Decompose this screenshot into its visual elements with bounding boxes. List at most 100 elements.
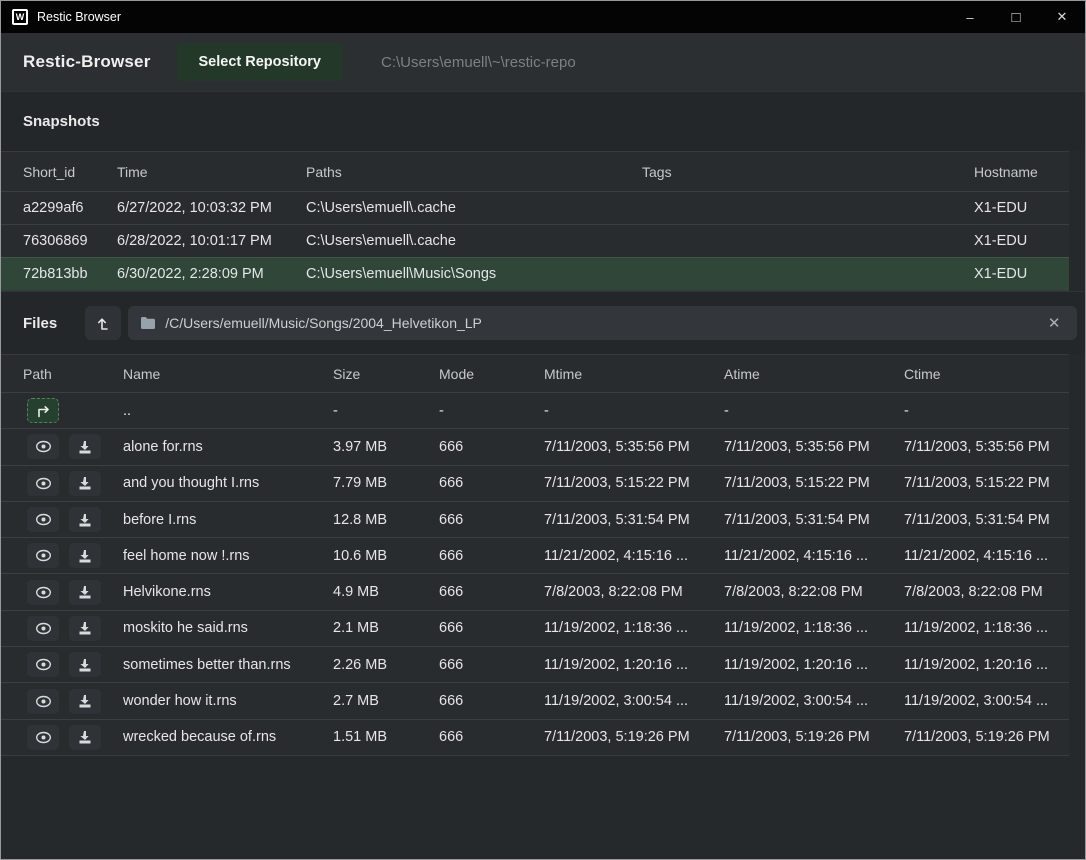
- snapshot-paths: C:\Users\emuell\Music\Songs: [306, 266, 642, 282]
- column-header-short_id: Short_id: [23, 164, 117, 180]
- current-path-bar[interactable]: /C/Users/emuell/Music/Songs/2004_Helveti…: [128, 306, 1077, 340]
- view-file-button[interactable]: [27, 652, 59, 677]
- file-actions: [23, 616, 123, 641]
- file-mode: 666: [439, 548, 544, 564]
- view-file-button[interactable]: [27, 580, 59, 605]
- window-title: Restic Browser: [37, 10, 121, 24]
- navigate-up-button[interactable]: [85, 306, 121, 340]
- download-icon: [78, 585, 92, 599]
- snapshot-short-id: 72b813bb: [23, 266, 117, 282]
- file-name: moskito he said.rns: [123, 620, 333, 636]
- download-file-button[interactable]: [69, 616, 101, 641]
- view-file-button[interactable]: [27, 507, 59, 532]
- file-ctime: 11/21/2002, 4:15:16 ...: [904, 548, 1069, 564]
- file-ctime: 7/8/2003, 8:22:08 PM: [904, 584, 1069, 600]
- file-mtime: 11/19/2002, 1:20:16 ...: [544, 657, 724, 673]
- minimize-button[interactable]: –: [947, 1, 993, 33]
- snapshot-row[interactable]: a2299af66/27/2022, 10:03:32 PMC:\Users\e…: [1, 191, 1069, 224]
- view-file-button[interactable]: [27, 434, 59, 459]
- snapshot-time: 6/27/2022, 10:03:32 PM: [117, 200, 306, 216]
- file-ctime: 7/11/2003, 5:35:56 PM: [904, 439, 1069, 455]
- file-size: 12.8 MB: [333, 512, 439, 528]
- download-file-button[interactable]: [69, 543, 101, 568]
- files-table: PathNameSizeModeMtimeAtimeCtime ..-----a…: [1, 354, 1069, 756]
- file-actions: [23, 471, 123, 496]
- arrow-up-from-corner-icon: [95, 315, 111, 331]
- file-mode: 666: [439, 729, 544, 745]
- download-file-button[interactable]: [69, 471, 101, 496]
- view-file-button[interactable]: [27, 616, 59, 641]
- file-name: wonder how it.rns: [123, 693, 333, 709]
- file-mtime: 7/11/2003, 5:35:56 PM: [544, 439, 724, 455]
- file-mtime: 7/8/2003, 8:22:08 PM: [544, 584, 724, 600]
- snapshots-heading: Snapshots: [23, 113, 100, 130]
- file-name: and you thought I.rns: [123, 475, 333, 491]
- download-file-button[interactable]: [69, 689, 101, 714]
- view-file-button[interactable]: [27, 471, 59, 496]
- file-size: 7.79 MB: [333, 475, 439, 491]
- download-icon: [78, 730, 92, 744]
- download-file-button[interactable]: [69, 580, 101, 605]
- title-bar: W Restic Browser – □ ✕: [1, 1, 1085, 33]
- snapshot-hostname: X1-EDU: [974, 233, 1069, 249]
- file-ctime: 7/11/2003, 5:19:26 PM: [904, 729, 1069, 745]
- file-atime: 11/21/2002, 4:15:16 ...: [724, 548, 904, 564]
- file-mode: 666: [439, 693, 544, 709]
- snapshot-paths: C:\Users\emuell\.cache: [306, 200, 642, 216]
- file-mtime: 7/11/2003, 5:31:54 PM: [544, 512, 724, 528]
- file-mtime: 7/11/2003, 5:19:26 PM: [544, 729, 724, 745]
- view-file-button[interactable]: [27, 725, 59, 750]
- view-file-button[interactable]: [27, 543, 59, 568]
- go-to-parent-directory-button[interactable]: [27, 398, 59, 423]
- file-row: before I.rns12.8 MB6667/11/2003, 5:31:54…: [1, 501, 1069, 537]
- maximize-button[interactable]: □: [993, 1, 1039, 33]
- snapshot-hostname: X1-EDU: [974, 200, 1069, 216]
- file-size: 4.9 MB: [333, 584, 439, 600]
- eye-icon: [35, 477, 52, 490]
- download-file-button[interactable]: [69, 507, 101, 532]
- view-file-button[interactable]: [27, 689, 59, 714]
- clear-path-button[interactable]: ✕: [1041, 310, 1067, 336]
- files-heading: Files: [23, 315, 57, 332]
- column-header-hostname: Hostname: [974, 164, 1069, 180]
- folder-icon: [140, 316, 156, 330]
- download-file-button[interactable]: [69, 725, 101, 750]
- snapshot-time: 6/30/2022, 2:28:09 PM: [117, 266, 306, 282]
- file-ctime: 11/19/2002, 1:20:16 ...: [904, 657, 1069, 673]
- parent-directory-row: ..-----: [1, 392, 1069, 428]
- file-actions: [23, 580, 123, 605]
- download-file-button[interactable]: [69, 434, 101, 459]
- column-header-size: Size: [333, 366, 439, 382]
- file-actions: [23, 398, 123, 423]
- repository-path: C:\Users\emuell\~\restic-repo: [381, 54, 576, 71]
- file-ctime: 7/11/2003, 5:31:54 PM: [904, 512, 1069, 528]
- app-title: Restic-Browser: [23, 52, 151, 72]
- file-atime: 7/11/2003, 5:35:56 PM: [724, 439, 904, 455]
- download-icon: [78, 658, 92, 672]
- file-actions: [23, 434, 123, 459]
- file-actions: [23, 543, 123, 568]
- file-row: feel home now !.rns10.6 MB66611/21/2002,…: [1, 537, 1069, 573]
- close-button[interactable]: ✕: [1039, 1, 1085, 33]
- files-section-header: Files /C/Users/emuell/Music/Songs/2004_H…: [1, 291, 1085, 354]
- snapshot-time: 6/28/2022, 10:01:17 PM: [117, 233, 306, 249]
- file-actions: [23, 652, 123, 677]
- file-mtime: 11/21/2002, 4:15:16 ...: [544, 548, 724, 564]
- file-atime: 7/11/2003, 5:15:22 PM: [724, 475, 904, 491]
- file-mode: 666: [439, 512, 544, 528]
- download-icon: [78, 694, 92, 708]
- download-icon: [78, 621, 92, 635]
- select-repository-button[interactable]: Select Repository: [177, 43, 344, 81]
- current-path-text: /C/Users/emuell/Music/Songs/2004_Helveti…: [165, 315, 1041, 331]
- snapshot-row[interactable]: 763068696/28/2022, 10:01:17 PMC:\Users\e…: [1, 224, 1069, 257]
- snapshot-short-id: 76306869: [23, 233, 117, 249]
- snapshot-row[interactable]: 72b813bb6/30/2022, 2:28:09 PMC:\Users\em…: [1, 257, 1069, 290]
- file-actions: [23, 725, 123, 750]
- file-row: sometimes better than.rns2.26 MB66611/19…: [1, 646, 1069, 682]
- file-ctime: 11/19/2002, 3:00:54 ...: [904, 693, 1069, 709]
- file-mode: 666: [439, 584, 544, 600]
- file-size: 1.51 MB: [333, 729, 439, 745]
- file-size: 2.1 MB: [333, 620, 439, 636]
- file-name: ..: [123, 403, 333, 419]
- download-file-button[interactable]: [69, 652, 101, 677]
